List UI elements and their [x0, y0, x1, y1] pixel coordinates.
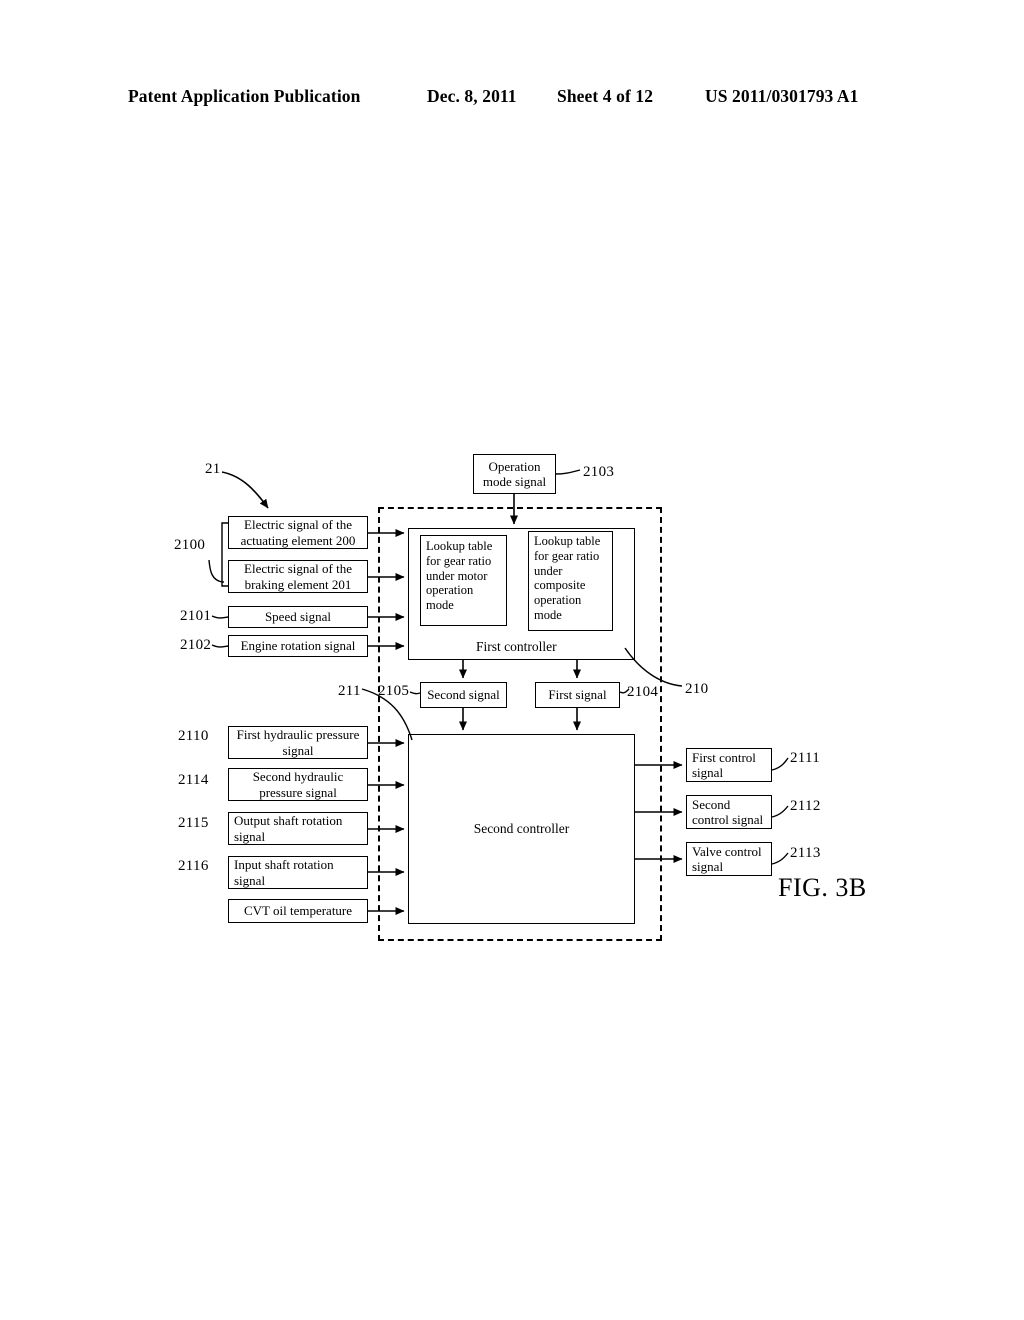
lookup-table-composite-mode-box: Lookup table for gear ratio under compos… [528, 531, 613, 631]
ref-211: 211 [338, 683, 361, 699]
lookup-table-label: Lookup table for gear ratio under motor … [426, 539, 493, 612]
header-patent-number: US 2011/0301793 A1 [705, 86, 859, 106]
input-label: Second hydraulic pressure signal [252, 769, 344, 800]
first-controller-title: First controller [476, 639, 557, 654]
first-signal-box: First signal [535, 682, 620, 708]
input-label: Speed signal [264, 609, 332, 625]
ref-2104: 2104 [627, 684, 659, 700]
ref-21-system: 21 [205, 461, 221, 477]
first-signal-label: First signal [548, 687, 607, 703]
output-label: Valve control signal [692, 843, 762, 874]
ref-2105: 2105 [378, 683, 410, 699]
second-controller-box: Second controller [408, 734, 635, 924]
operation-mode-signal-box: Operation mode signal [473, 454, 556, 494]
second-signal-box: Second signal [420, 682, 507, 708]
input-label: Input shaft rotation signal [234, 857, 334, 888]
ref-2112: 2112 [790, 798, 821, 814]
input-label: Electric signal of the braking element 2… [244, 561, 352, 592]
input-label: Electric signal of the actuating element… [240, 517, 356, 548]
lookup-table-label: Lookup table for gear ratio under compos… [534, 534, 601, 622]
ref-2103: 2103 [583, 464, 615, 480]
header-date: Dec. 8, 2011 [427, 86, 517, 106]
input-box-cvt-oil-temperature: CVT oil temperature [228, 899, 368, 923]
ref-2101: 2101 [180, 608, 212, 624]
second-controller-title: Second controller [473, 821, 570, 837]
ref-2114: 2114 [178, 772, 209, 788]
output-box-second-control-signal: Second control signal [686, 795, 772, 829]
output-label: Second control signal [692, 796, 764, 827]
input-label: Engine rotation signal [240, 638, 356, 654]
lookup-table-motor-mode-box: Lookup table for gear ratio under motor … [420, 535, 507, 626]
ref-2113: 2113 [790, 845, 821, 861]
input-box-second-hydraulic-pressure: Second hydraulic pressure signal [228, 768, 368, 801]
figure-label: FIG. 3B [778, 873, 867, 902]
input-box-electric-braking: Electric signal of the braking element 2… [228, 560, 368, 593]
input-box-input-shaft-rotation: Input shaft rotation signal [228, 856, 368, 889]
ref-2102: 2102 [180, 637, 212, 653]
input-label: CVT oil temperature [243, 903, 353, 919]
ref-2100: 2100 [174, 537, 206, 553]
input-box-first-hydraulic-pressure: First hydraulic pressure signal [228, 726, 368, 759]
output-box-first-control-signal: First control signal [686, 748, 772, 782]
input-box-output-shaft-rotation: Output shaft rotation signal [228, 812, 368, 845]
header-publication: Patent Application Publication [128, 86, 361, 106]
second-signal-label: Second signal [427, 687, 500, 703]
input-box-electric-actuating: Electric signal of the actuating element… [228, 516, 368, 549]
ref-2110: 2110 [178, 728, 209, 744]
ref-2116: 2116 [178, 858, 209, 874]
output-box-valve-control-signal: Valve control signal [686, 842, 772, 876]
ref-2115: 2115 [178, 815, 209, 831]
input-box-speed-signal: Speed signal [228, 606, 368, 628]
operation-mode-signal-label: Operation mode signal [482, 458, 547, 489]
patent-drawing-sheet: Patent Application Publication Dec. 8, 2… [0, 0, 1024, 1320]
input-label: First hydraulic pressure signal [236, 727, 360, 758]
output-label: First control signal [692, 749, 756, 780]
input-label: Output shaft rotation signal [234, 813, 343, 844]
header-sheet: Sheet 4 of 12 [557, 86, 654, 106]
input-box-engine-rotation: Engine rotation signal [228, 635, 368, 657]
ref-2111: 2111 [790, 750, 821, 766]
ref-210: 210 [685, 681, 709, 697]
